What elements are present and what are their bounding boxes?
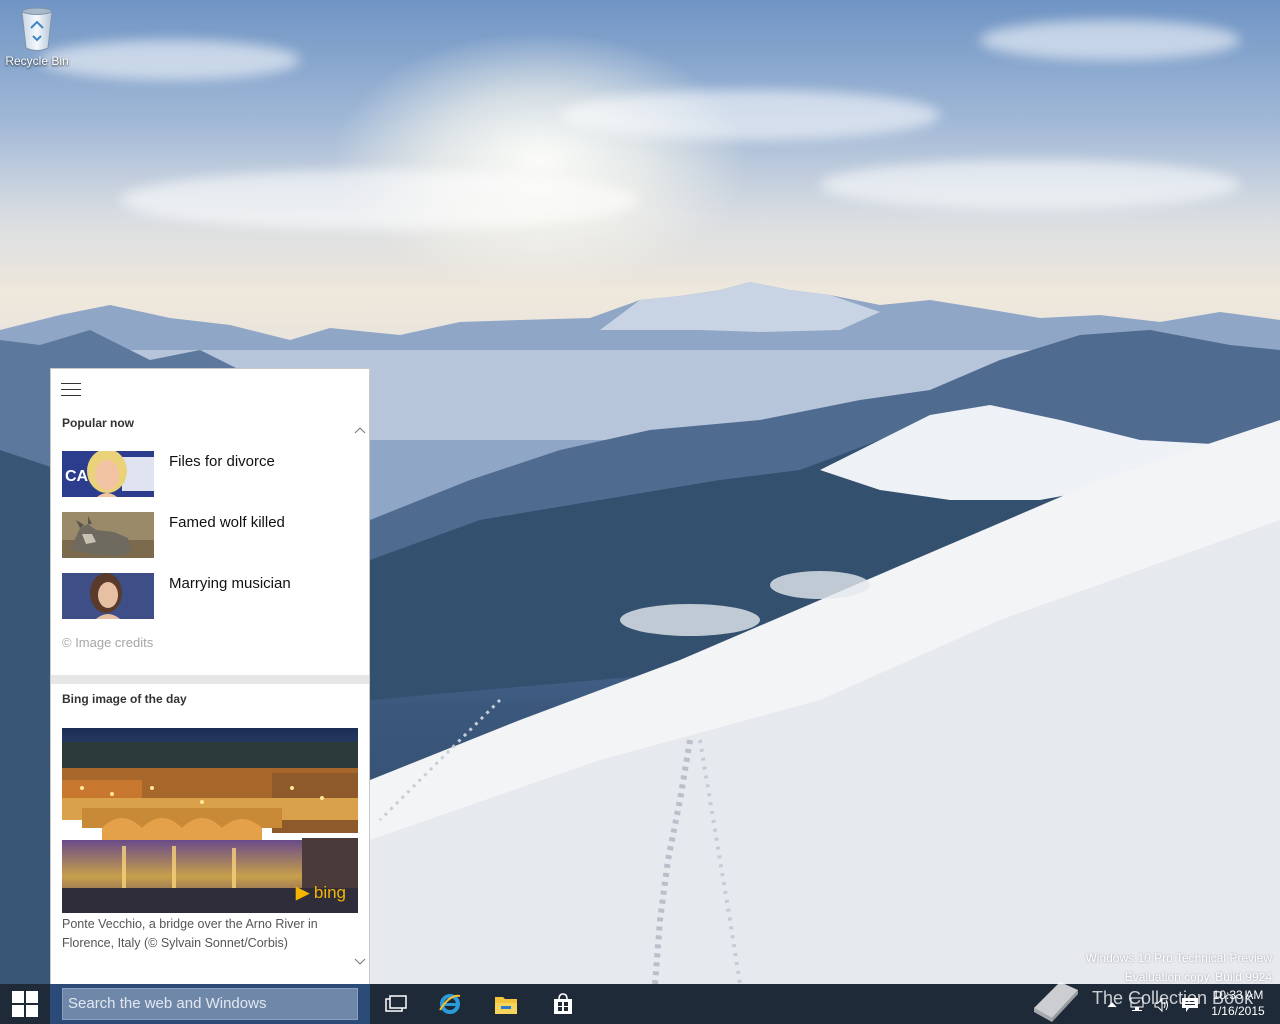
news-title: Marrying musician — [169, 575, 291, 592]
popular-now-heading: Popular now — [62, 416, 134, 430]
search-input[interactable]: Search the web and Windows — [62, 988, 358, 1020]
book-logo-icon — [1034, 982, 1078, 1022]
store-button[interactable] — [538, 984, 588, 1024]
woman-blonde-photo: CA — [62, 451, 154, 497]
news-title: Famed wolf killed — [169, 514, 285, 531]
news-title: Files for divorce — [169, 453, 275, 470]
section-divider — [51, 675, 369, 684]
news-item-divorce[interactable]: CA Files for divorce — [62, 451, 352, 497]
internet-explorer-icon — [439, 994, 461, 1014]
task-view-button[interactable] — [371, 984, 421, 1024]
file-explorer-icon — [495, 997, 517, 1014]
internet-explorer-button[interactable] — [425, 984, 475, 1024]
news-item-musician[interactable]: Marrying musician — [62, 573, 352, 619]
wolf-photo — [62, 512, 154, 558]
hamburger-menu-icon[interactable] — [61, 383, 81, 397]
bing-logo: ▶ bing — [296, 883, 346, 902]
news-item-wolf[interactable]: Famed wolf killed — [62, 512, 352, 558]
scroll-up-icon[interactable] — [353, 423, 367, 437]
scroll-down-icon[interactable] — [353, 955, 367, 969]
image-credits-link[interactable]: © Image credits — [62, 635, 153, 650]
taskbar-search-area: Search the web and Windows — [50, 984, 370, 1024]
recycle-bin-label: Recycle Bin — [5, 54, 69, 68]
collection-book-logo: The Collection Book — [1030, 978, 1260, 1022]
task-view-icon — [385, 995, 407, 1012]
bing-image-heading: Bing image of the day — [62, 692, 187, 706]
search-panel: Popular now CA Files for divorce Famed w… — [50, 368, 370, 984]
file-explorer-button[interactable] — [481, 984, 531, 1024]
news-thumbnail — [62, 573, 154, 619]
news-thumbnail: CA — [62, 451, 154, 497]
news-thumbnail — [62, 512, 154, 558]
start-button[interactable] — [0, 984, 50, 1024]
collection-book-text: The Collection Book — [1092, 988, 1254, 1008]
store-icon — [554, 993, 572, 1014]
recycle-bin-icon — [21, 7, 53, 51]
woman-brunette-photo — [62, 573, 154, 619]
bing-image-of-the-day[interactable]: ▶ bing — [62, 728, 358, 913]
recycle-bin-shortcut[interactable]: Recycle Bin — [4, 6, 70, 76]
watermark-edition: Windows 10 Pro Technical Preview — [1085, 951, 1272, 965]
svg-text:CA: CA — [65, 468, 89, 485]
bing-image-caption: Ponte Vecchio, a bridge over the Arno Ri… — [62, 917, 318, 950]
windows-logo-icon — [12, 991, 38, 1017]
bing-logo-text: bing — [313, 883, 346, 902]
